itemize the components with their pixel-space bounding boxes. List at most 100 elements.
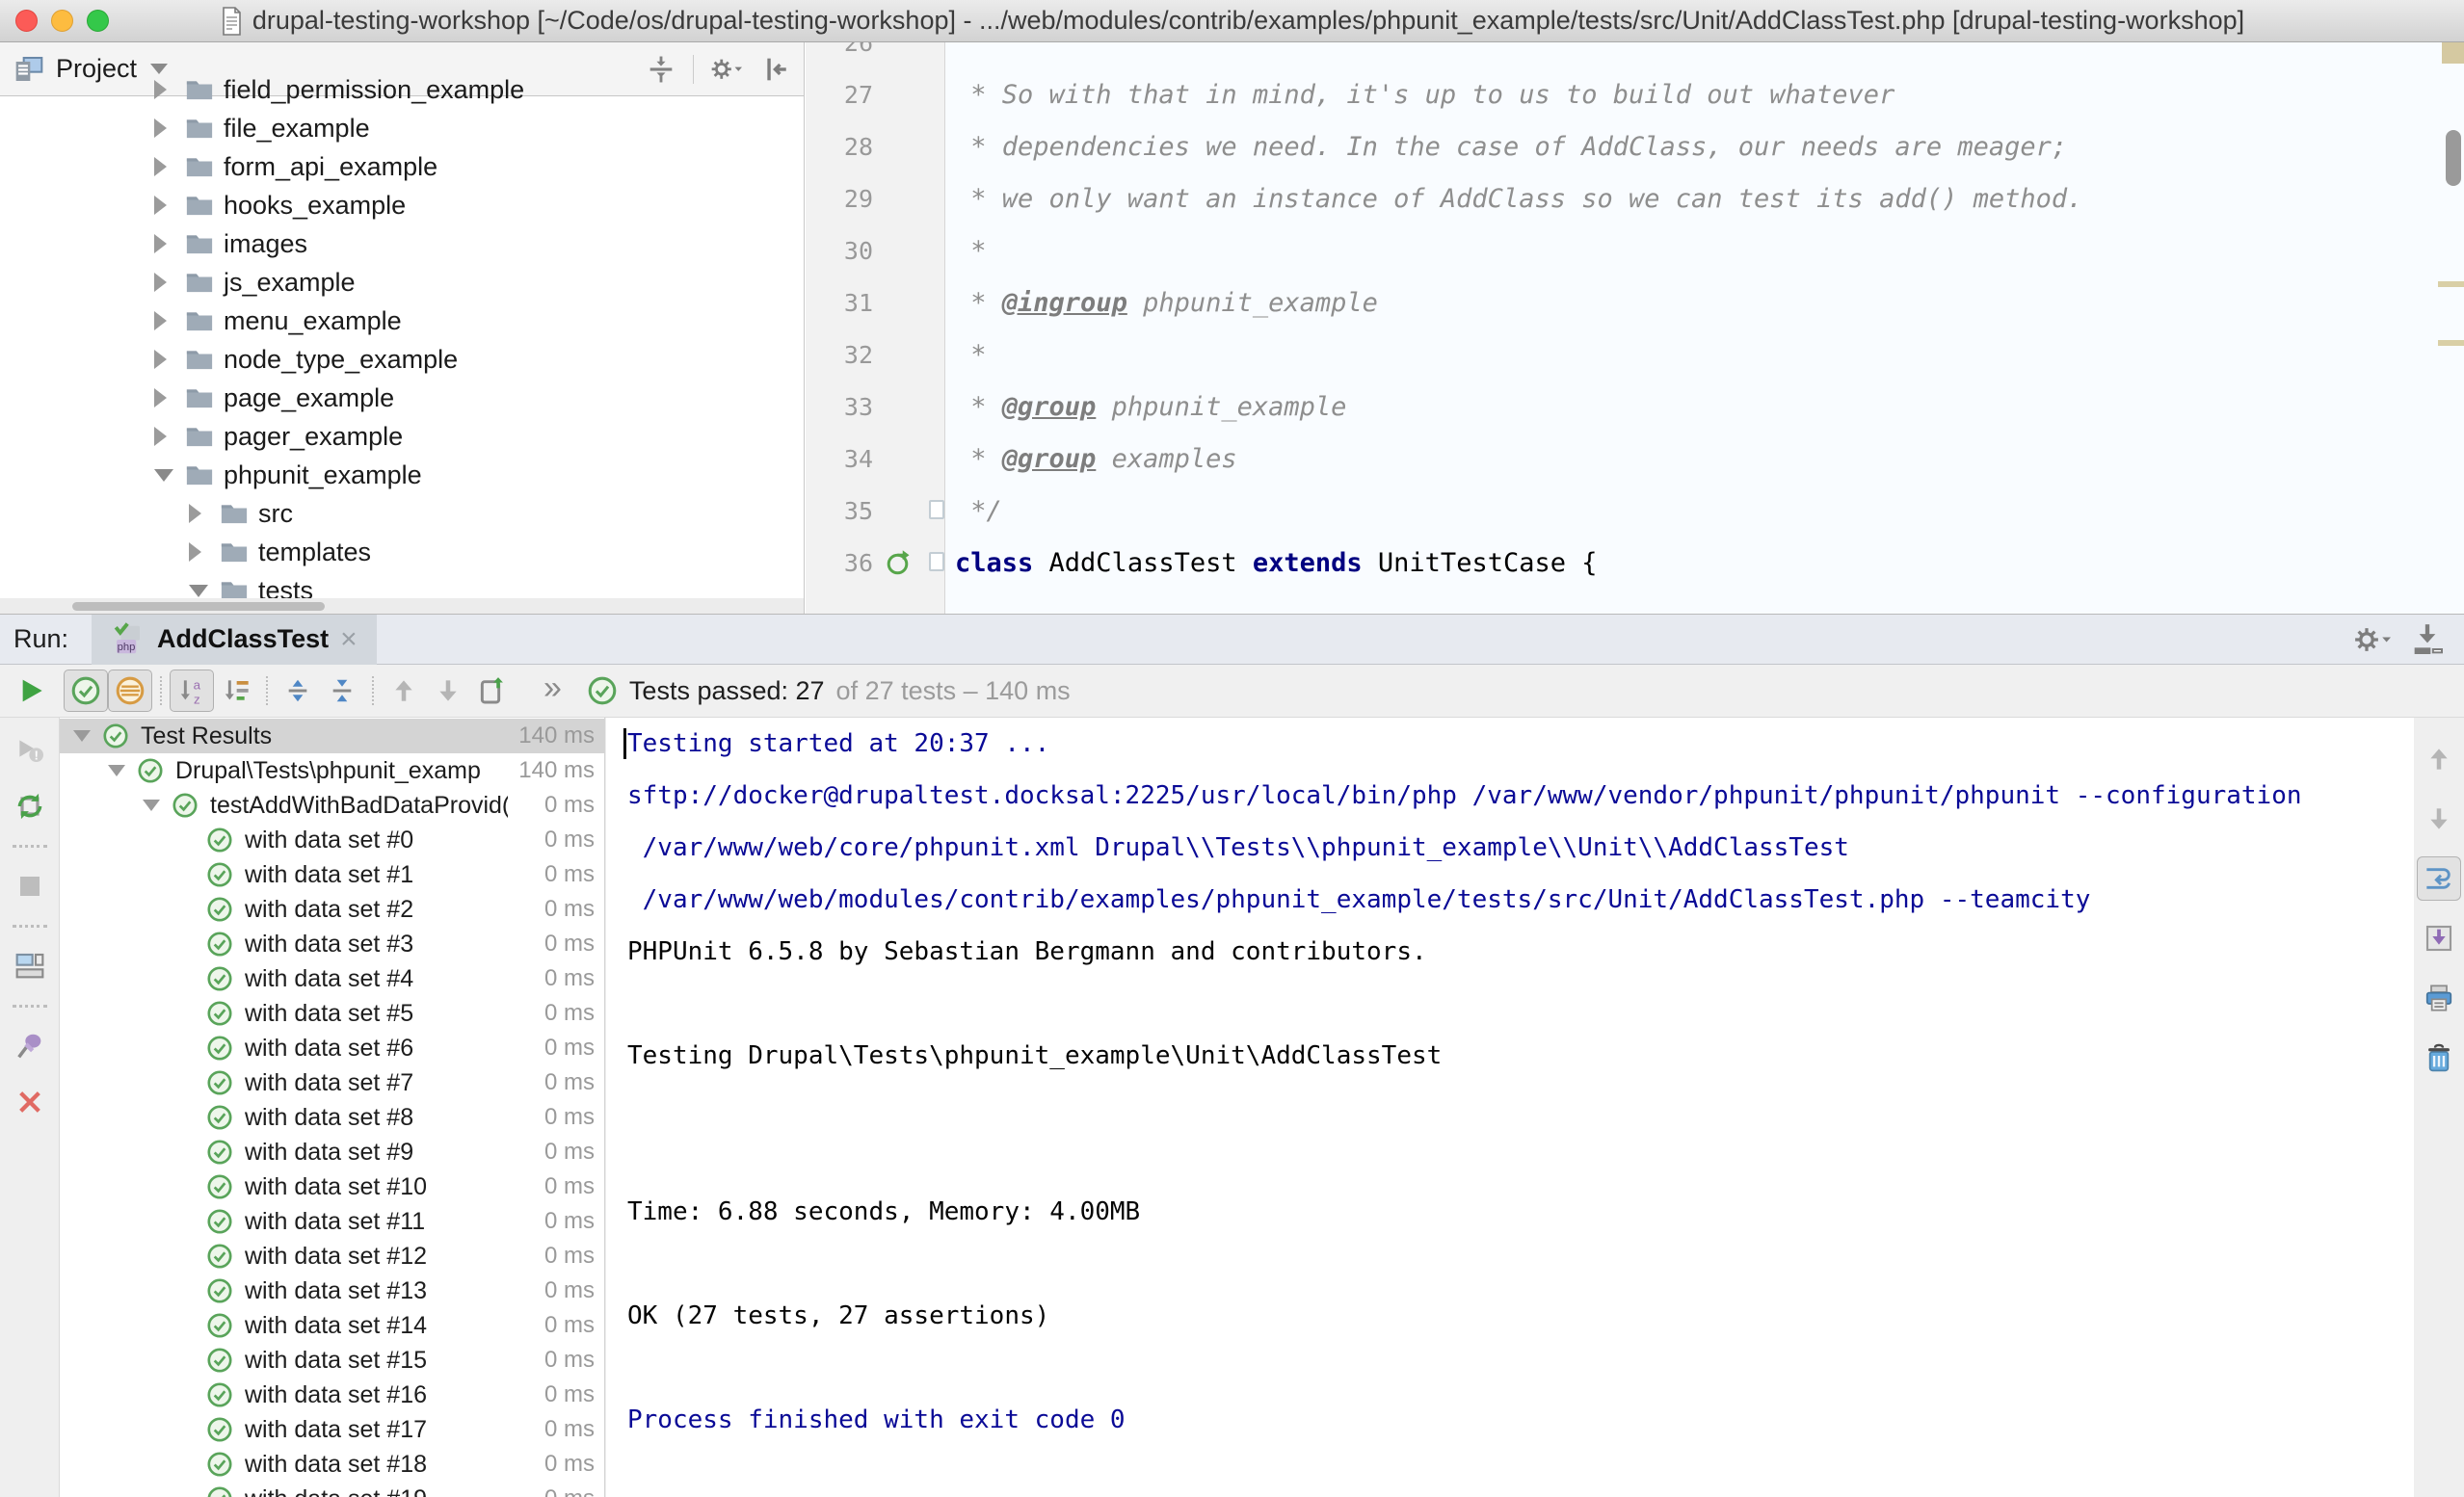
tree-item-node_type_example[interactable]: node_type_example xyxy=(0,340,804,379)
previous-occurrence-button[interactable] xyxy=(2417,737,2461,781)
dock-panel-button[interactable] xyxy=(2408,620,2447,659)
test-tree-row[interactable]: with data set #120 ms xyxy=(60,1239,604,1274)
chevron-down-icon[interactable] xyxy=(154,469,181,482)
editor-line-33[interactable]: 33 * @group phpunit_example xyxy=(806,381,2464,433)
project-tree-horizontal-scrollbar[interactable] xyxy=(0,598,805,614)
minimize-window-button[interactable] xyxy=(51,10,73,32)
chevron-down-icon[interactable] xyxy=(150,64,168,74)
collapse-all-button[interactable] xyxy=(645,53,677,86)
scrollbar-thumb[interactable] xyxy=(72,602,325,611)
hide-panel-button[interactable] xyxy=(757,53,790,86)
test-tree-row[interactable]: with data set #150 ms xyxy=(60,1343,604,1378)
previous-failed-test-button[interactable] xyxy=(382,670,426,712)
code-editor[interactable]: 2627 * So with that in mind, it's up to … xyxy=(806,42,2464,614)
rerun-tests-button[interactable] xyxy=(10,670,54,712)
chevron-right-icon[interactable] xyxy=(189,504,216,523)
chevron-down-icon[interactable] xyxy=(73,730,102,742)
fold-marker-icon[interactable] xyxy=(929,552,944,571)
test-tree-row[interactable]: with data set #60 ms xyxy=(60,1031,604,1065)
tree-item-templates[interactable]: templates xyxy=(0,533,804,571)
editor-line-28[interactable]: 28 * dependencies we need. In the case o… xyxy=(806,120,2464,172)
sort-by-duration-toggle[interactable] xyxy=(214,670,258,712)
chevron-right-icon[interactable] xyxy=(154,427,181,446)
stop-button[interactable] xyxy=(11,867,49,906)
tree-item-file_example[interactable]: file_example xyxy=(0,109,804,147)
fold-marker-icon[interactable] xyxy=(929,500,944,519)
rerun-failed-tests-button[interactable]: ! xyxy=(11,731,49,770)
scrollbar-warning-stripe[interactable] xyxy=(2438,340,2464,346)
test-tree-row[interactable]: Test Results140 ms xyxy=(60,719,604,753)
editor-line-36[interactable]: 36class AddClassTest extends UnitTestCas… xyxy=(806,537,2464,589)
test-tree-row[interactable]: with data set #100 ms xyxy=(60,1169,604,1204)
chevron-right-icon[interactable] xyxy=(154,311,181,330)
test-tree-row[interactable]: with data set #170 ms xyxy=(60,1412,604,1447)
run-settings-gear-button[interactable] xyxy=(2352,620,2391,659)
tree-item-pager_example[interactable]: pager_example xyxy=(0,417,804,456)
editor-line-34[interactable]: 34 * @group examples xyxy=(806,433,2464,485)
project-settings-gear-button[interactable] xyxy=(709,53,742,86)
chevron-down-icon[interactable] xyxy=(108,765,137,776)
close-window-button[interactable] xyxy=(15,10,38,32)
scroll-to-end-button[interactable] xyxy=(2417,916,2461,960)
test-tree-row[interactable]: testAddWithBadDataProvid(0 ms xyxy=(60,788,604,823)
test-tree-row[interactable]: with data set #30 ms xyxy=(60,927,604,961)
editor-scrollbar-thumb[interactable] xyxy=(2446,130,2461,186)
expand-all-button[interactable] xyxy=(276,670,320,712)
print-button[interactable] xyxy=(2417,976,2461,1020)
test-tree-row[interactable]: with data set #110 ms xyxy=(60,1204,604,1239)
more-actions-chevron-icon[interactable]: » xyxy=(543,670,562,707)
show-ignored-toggle[interactable] xyxy=(108,670,152,712)
chevron-right-icon[interactable] xyxy=(154,196,181,215)
tree-item-images[interactable]: images xyxy=(0,224,804,263)
test-tree-row[interactable]: with data set #80 ms xyxy=(60,1100,604,1135)
chevron-right-icon[interactable] xyxy=(154,118,181,138)
chevron-right-icon[interactable] xyxy=(154,157,181,176)
tree-item-src[interactable]: src xyxy=(0,494,804,533)
editor-line-31[interactable]: 31 * @ingroup phpunit_example xyxy=(806,276,2464,328)
test-tree-row[interactable]: Drupal\Tests\phpunit_examp140 ms xyxy=(60,753,604,788)
project-view-selector[interactable]: Project xyxy=(56,54,137,84)
inspection-status-square[interactable] xyxy=(2442,42,2464,64)
chevron-right-icon[interactable] xyxy=(154,234,181,253)
editor-line-27[interactable]: 27 * So with that in mind, it's up to us… xyxy=(806,68,2464,120)
test-tree-row[interactable]: with data set #180 ms xyxy=(60,1447,604,1482)
next-failed-test-button[interactable] xyxy=(426,670,470,712)
clear-all-button[interactable] xyxy=(2417,1036,2461,1080)
scrollbar-warning-stripe[interactable] xyxy=(2438,281,2464,287)
test-tree-row[interactable]: with data set #40 ms xyxy=(60,961,604,996)
run-test-icon[interactable] xyxy=(885,548,914,577)
collapse-all-button[interactable] xyxy=(320,670,364,712)
chevron-right-icon[interactable] xyxy=(154,273,181,292)
test-tree-row[interactable]: with data set #190 ms xyxy=(60,1482,604,1497)
chevron-down-icon[interactable] xyxy=(143,800,172,811)
test-tree-row[interactable]: with data set #90 ms xyxy=(60,1135,604,1169)
test-console-output[interactable]: Testing started at 20:37 ...sftp://docke… xyxy=(606,718,2414,1497)
test-tree-row[interactable]: with data set #20 ms xyxy=(60,892,604,927)
test-tree-row[interactable]: with data set #160 ms xyxy=(60,1378,604,1412)
tree-item-js_example[interactable]: js_example xyxy=(0,263,804,302)
editor-line-30[interactable]: 30 * xyxy=(806,224,2464,276)
close-tab-button[interactable] xyxy=(11,1083,49,1121)
test-tree-row[interactable]: with data set #50 ms xyxy=(60,996,604,1031)
pin-tab-button[interactable] xyxy=(11,1027,49,1065)
tree-item-page_example[interactable]: page_example xyxy=(0,379,804,417)
test-tree-row[interactable]: with data set #10 ms xyxy=(60,857,604,892)
run-configuration-tab[interactable]: php AddClassTest × xyxy=(92,615,377,665)
chevron-right-icon[interactable] xyxy=(154,80,181,99)
chevron-down-icon[interactable] xyxy=(189,585,216,597)
chevron-right-icon[interactable] xyxy=(154,388,181,407)
editor-line-32[interactable]: 32 * xyxy=(806,328,2464,381)
rerun-button[interactable] xyxy=(11,787,49,826)
import-test-results-button[interactable] xyxy=(470,670,515,712)
editor-line-26[interactable]: 26 xyxy=(806,42,2464,68)
toggle-layout-button[interactable] xyxy=(11,947,49,985)
soft-wrap-toggle[interactable] xyxy=(2417,856,2461,901)
test-tree-row[interactable]: with data set #140 ms xyxy=(60,1308,604,1343)
chevron-right-icon[interactable] xyxy=(154,350,181,369)
close-icon[interactable]: × xyxy=(340,625,358,654)
next-occurrence-button[interactable] xyxy=(2417,797,2461,841)
show-passed-toggle[interactable] xyxy=(64,670,108,712)
tree-item-hooks_example[interactable]: hooks_example xyxy=(0,186,804,224)
chevron-right-icon[interactable] xyxy=(189,542,216,562)
zoom-window-button[interactable] xyxy=(87,10,109,32)
